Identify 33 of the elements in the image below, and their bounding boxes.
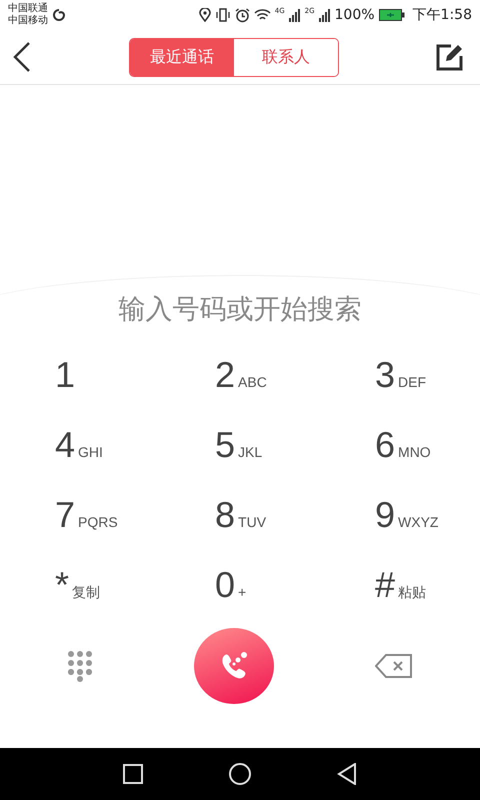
dial-key[interactable]: 7 PQRS	[55, 494, 118, 548]
dial-key[interactable]: #粘贴	[375, 564, 426, 618]
signal-icon	[288, 8, 301, 22]
clock: 下午1:58	[412, 6, 472, 24]
dial-key[interactable]: 5 JKL	[215, 424, 262, 478]
dial-key[interactable]: 0+	[215, 564, 246, 618]
backspace-icon[interactable]	[375, 653, 413, 679]
swirl-icon	[52, 8, 66, 22]
carrier-name: 中国联通	[8, 3, 48, 14]
tab[interactable]: 最近通话	[130, 38, 234, 76]
search-field[interactable]: 输入号码或开始搜索	[18, 293, 462, 326]
dial-key[interactable]: 1	[55, 354, 76, 408]
dial-key[interactable]: 6 MNO	[375, 424, 431, 478]
alarm-icon	[234, 8, 250, 22]
battery-icon	[378, 9, 405, 21]
dial-key[interactable]: 8 TUV	[215, 494, 266, 548]
carrier-name: 中国移动	[8, 15, 48, 27]
back-icon[interactable]	[337, 763, 357, 785]
vibrate-icon	[214, 8, 231, 22]
dial-key[interactable]: 4 GHI	[55, 424, 103, 478]
location-icon	[198, 8, 211, 22]
battery-level: 100%	[334, 7, 375, 23]
signal-icon	[318, 8, 331, 22]
home-icon[interactable]	[229, 763, 251, 785]
dial-key[interactable]: 2 ABC	[215, 354, 267, 408]
dial-key[interactable]: *复制	[55, 564, 100, 618]
dial-key[interactable]: 3 DEF	[375, 354, 426, 408]
back-icon[interactable]	[12, 41, 32, 73]
keypad-icon[interactable]	[67, 650, 93, 682]
recents-icon[interactable]	[123, 764, 143, 784]
edit-icon[interactable]	[436, 43, 464, 71]
wifi-icon	[254, 8, 271, 22]
dial-key[interactable]: 9 WXYZ	[375, 494, 438, 548]
